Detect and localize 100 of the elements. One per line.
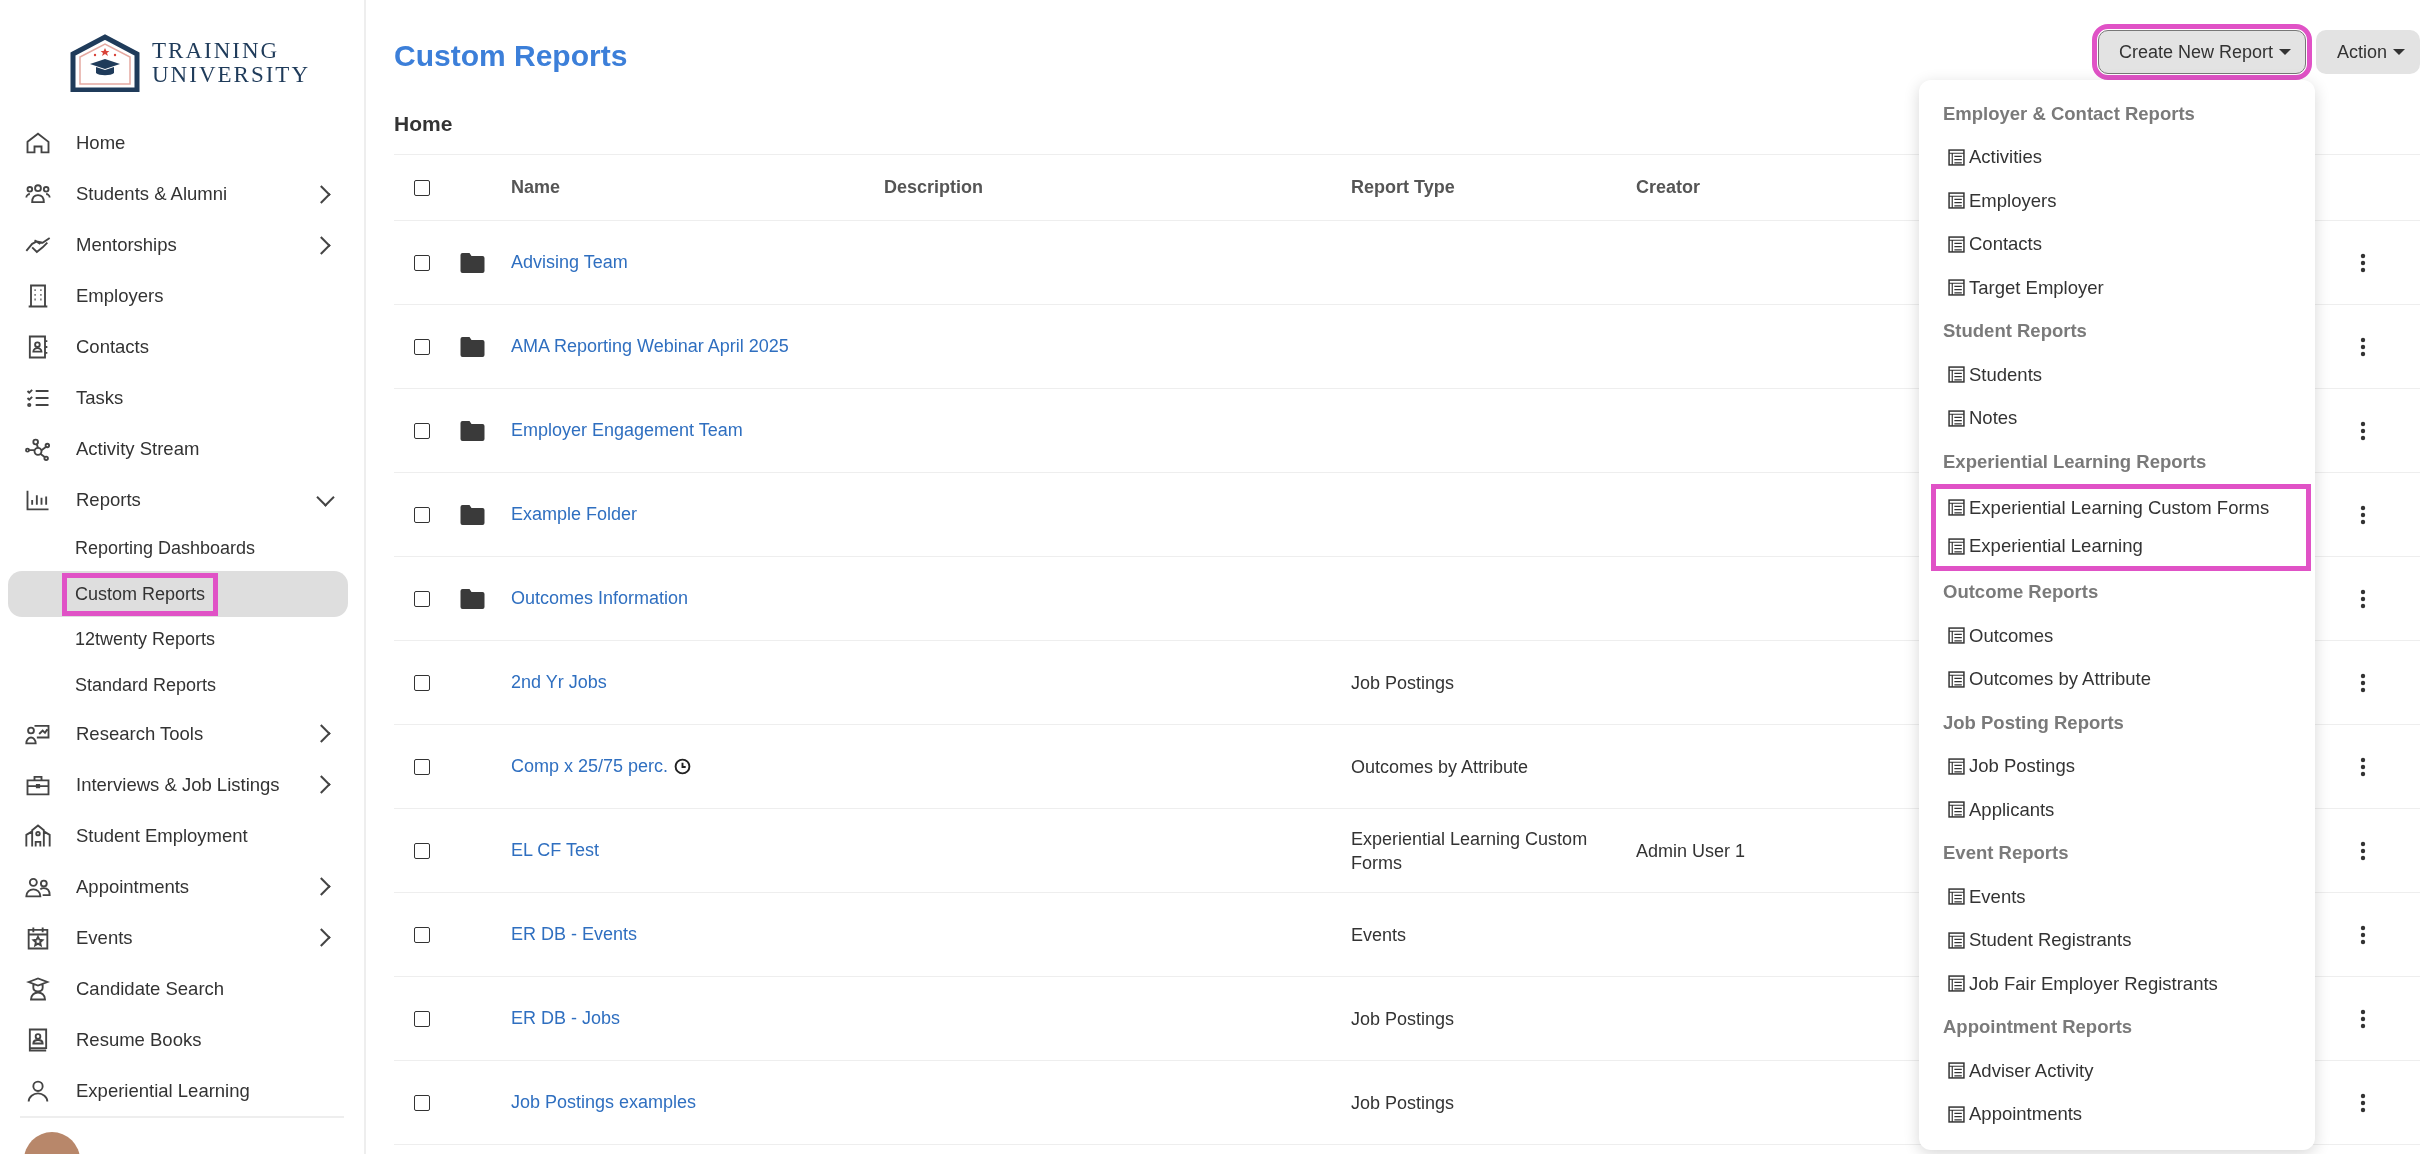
sidebar-item[interactable]: Candidate Search bbox=[0, 963, 364, 1015]
report-link[interactable]: AMA Reporting Webinar April 2025 bbox=[511, 336, 789, 357]
more-options-icon[interactable] bbox=[2360, 840, 2366, 861]
table-icon bbox=[1948, 627, 1965, 645]
sidebar-item[interactable]: Students & Alumni bbox=[0, 168, 364, 220]
sidebar-item[interactable]: Events bbox=[0, 912, 364, 964]
column-header[interactable]: Name bbox=[511, 177, 884, 198]
table-icon bbox=[1948, 1062, 1965, 1080]
checkbox[interactable] bbox=[414, 758, 430, 775]
sidebar-subitem[interactable]: Standard Reports bbox=[62, 663, 230, 707]
menu-item[interactable]: Events bbox=[1931, 875, 2311, 919]
sidebar-item[interactable]: Interviews & Job Listings bbox=[0, 759, 364, 811]
table-icon bbox=[1948, 888, 1965, 906]
more-options-icon[interactable] bbox=[2360, 252, 2366, 273]
menu-item[interactable]: Contacts bbox=[1931, 222, 2311, 266]
sidebar-item[interactable]: Employers bbox=[0, 270, 364, 322]
menu-item[interactable]: Notes bbox=[1931, 396, 2311, 440]
checkbox[interactable] bbox=[414, 422, 430, 439]
menu-item[interactable]: Target Employer bbox=[1931, 266, 2311, 310]
action-button[interactable]: Action bbox=[2315, 30, 2420, 74]
sidebar-item[interactable]: Reports bbox=[0, 474, 364, 526]
sidebar-item[interactable]: Tasks bbox=[0, 372, 364, 424]
menu-item[interactable]: Students bbox=[1931, 353, 2311, 397]
table-icon bbox=[1948, 975, 1965, 993]
report-type: Events bbox=[1351, 923, 1407, 947]
report-link[interactable]: Example Folder bbox=[511, 504, 638, 525]
table-icon bbox=[1948, 192, 1965, 210]
menu-item[interactable]: Outcomes bbox=[1931, 614, 2311, 658]
menu-section-heading: Student Reports bbox=[1942, 319, 2088, 344]
page-title: Custom Reports bbox=[394, 39, 628, 73]
more-options-icon[interactable] bbox=[2360, 504, 2366, 525]
logo-text: TRAINING bbox=[152, 39, 281, 63]
table-icon bbox=[1948, 537, 1965, 555]
menu-item[interactable]: Adviser Activity bbox=[1931, 1049, 2311, 1093]
table-icon bbox=[1948, 801, 1965, 819]
sidebar-item[interactable]: Mentorships bbox=[0, 219, 364, 271]
menu-item[interactable]: Appointments bbox=[1931, 1092, 2311, 1136]
checkbox[interactable] bbox=[414, 338, 430, 355]
checkbox[interactable] bbox=[414, 254, 430, 271]
menu-item[interactable]: Applicants bbox=[1931, 788, 2311, 832]
report-link[interactable]: Employer Engagement Team bbox=[511, 420, 743, 441]
menu-item[interactable]: Activities bbox=[1931, 135, 2311, 179]
more-options-icon[interactable] bbox=[2360, 924, 2366, 945]
report-link[interactable]: ER DB - Jobs bbox=[511, 1008, 621, 1029]
table-icon bbox=[1948, 409, 1965, 427]
sidebar-item[interactable]: Research Tools bbox=[0, 708, 364, 760]
table-icon bbox=[1948, 366, 1965, 384]
menu-item[interactable]: Employers bbox=[1931, 179, 2311, 223]
sidebar-item[interactable]: Contacts bbox=[0, 321, 364, 373]
report-link[interactable]: 2nd Yr Jobs bbox=[511, 672, 607, 693]
checkbox[interactable] bbox=[414, 1010, 430, 1027]
more-options-icon[interactable] bbox=[2360, 336, 2366, 357]
report-link[interactable]: Outcomes Information bbox=[511, 588, 689, 609]
report-link[interactable]: Job Postings examples bbox=[511, 1092, 697, 1113]
menu-item[interactable]: Student Registrants bbox=[1931, 918, 2311, 962]
report-link[interactable]: EL CF Test bbox=[511, 840, 600, 861]
menu-item[interactable]: Outcomes by Attribute bbox=[1931, 657, 2311, 701]
report-type: Experiential Learning Custom Forms bbox=[1351, 827, 1589, 875]
checkbox[interactable] bbox=[414, 506, 430, 523]
column-header[interactable]: Report Type bbox=[1351, 177, 1636, 198]
menu-section-heading: Event Reports bbox=[1942, 841, 2070, 866]
menu-section-heading: Employer & Contact Reports bbox=[1942, 101, 2196, 126]
menu-item[interactable]: Experiential Learning bbox=[1931, 527, 2311, 571]
menu-section-heading: Outcome Reports bbox=[1942, 580, 2100, 605]
table-icon bbox=[1948, 148, 1965, 166]
table-icon bbox=[1948, 279, 1965, 297]
menu-item[interactable]: Job Fair Employer Registrants bbox=[1931, 962, 2311, 1006]
menu-item[interactable]: Experiential Learning Custom Forms bbox=[1931, 483, 2311, 527]
sidebar-item[interactable]: Resume Books bbox=[0, 1014, 364, 1066]
sidebar-item[interactable]: Student Employment bbox=[0, 810, 364, 862]
caret-icon bbox=[2278, 49, 2291, 55]
more-options-icon[interactable] bbox=[2360, 420, 2366, 441]
sidebar-item[interactable]: Experiential Learning bbox=[0, 1065, 364, 1116]
sidebar-item[interactable]: Appointments bbox=[0, 861, 364, 913]
checkbox[interactable] bbox=[414, 179, 430, 196]
checkbox[interactable] bbox=[414, 590, 430, 607]
sidebar-subitem[interactable]: 12twenty Reports bbox=[62, 618, 229, 662]
more-options-icon[interactable] bbox=[2360, 756, 2366, 777]
more-options-icon[interactable] bbox=[2360, 1008, 2366, 1029]
report-link[interactable]: Comp x 25/75 perc. bbox=[511, 756, 669, 777]
sidebar-item[interactable]: Activity Stream bbox=[0, 423, 364, 475]
report-link[interactable]: Advising Team bbox=[511, 252, 628, 273]
sidebar-subitem[interactable]: Reporting Dashboards bbox=[62, 527, 269, 571]
table-icon bbox=[1948, 1105, 1965, 1123]
checkbox[interactable] bbox=[414, 1094, 430, 1111]
menu-item[interactable]: Job Postings bbox=[1931, 744, 2311, 788]
table-icon bbox=[1948, 670, 1965, 688]
logo-icon bbox=[70, 34, 140, 92]
sidebar-item[interactable]: Home bbox=[0, 118, 364, 169]
more-options-icon[interactable] bbox=[2360, 672, 2366, 693]
column-header[interactable]: Description bbox=[884, 177, 1351, 198]
more-options-icon[interactable] bbox=[2360, 1092, 2366, 1113]
report-link[interactable]: ER DB - Events bbox=[511, 924, 638, 945]
checkbox[interactable] bbox=[414, 674, 430, 691]
more-options-icon[interactable] bbox=[2360, 588, 2366, 609]
checkbox[interactable] bbox=[414, 926, 430, 943]
table-icon bbox=[1948, 757, 1965, 775]
table-icon bbox=[1948, 499, 1965, 517]
sidebar-subitem[interactable]: Custom Reports bbox=[62, 572, 219, 616]
checkbox[interactable] bbox=[414, 842, 430, 859]
